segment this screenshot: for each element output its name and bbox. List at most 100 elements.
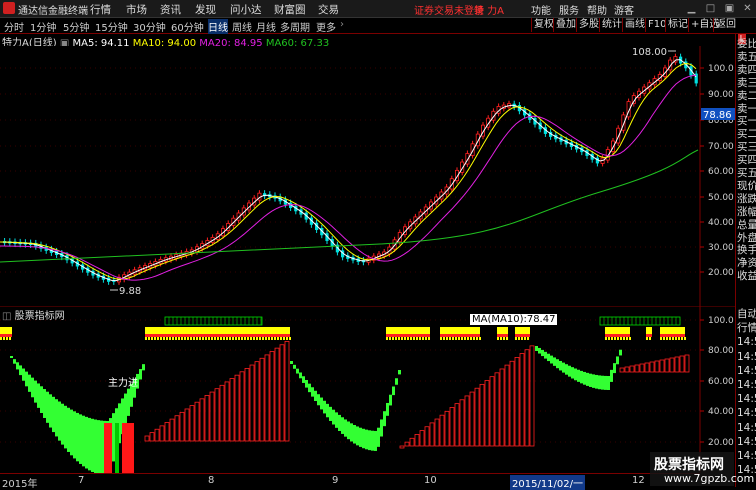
indicator-axis-label: 40.00 [708,407,734,417]
trade-tick: 自动 [737,308,756,320]
trade-tick: 14:56 [737,379,756,391]
period-daily[interactable]: 日线 [208,19,228,34]
trade-tick: 14:56 [737,393,756,406]
quote-field: 总量 [737,218,756,231]
quote-field: 卖三 [737,76,756,89]
indicator-panel[interactable]: 100.0 80.00 60.00 40.00 20.00 [0,306,735,473]
price-axis-label: 40.00 [708,218,734,228]
period-more[interactable]: 更多 [316,19,336,34]
price-axis-label: 30.00 [708,243,734,253]
quote-field: 卖一 [737,102,756,115]
close-icon[interactable]: ✕ [742,3,753,14]
period-1min[interactable]: 1分钟 [30,19,56,34]
trade-tick: 14:56 [737,364,756,377]
restore-icon[interactable]: ▣ [724,3,735,14]
menu-wenxiaoda[interactable]: 问小达 [230,2,262,17]
quote-field: 卖二 [737,89,756,102]
quote-field: 外盘 [737,231,756,244]
trade-tick: 14:56 [737,350,756,363]
trade-tick: 14:56 [737,407,756,420]
quote-field: 买四 [737,154,756,167]
x-tick-9: 9 [332,475,339,486]
menu-zixun[interactable]: 资讯 [160,2,181,17]
trade-tick: 14:56 [737,435,756,448]
menu-shichang[interactable]: 市场 [126,2,147,17]
btn-diejia[interactable]: 叠加 [553,18,578,32]
low-price-note: 9.88 [119,286,141,297]
price-axis-label: 60.00 [708,167,734,177]
quote-field: 涨幅 [737,205,756,218]
quote-field: 买一 [737,115,756,128]
app-title: 通达信金融终端 [18,6,88,17]
x-tick-8: 8 [208,475,215,486]
period-5min[interactable]: 5分钟 [63,19,89,34]
btn-biaoji[interactable]: 标记 [665,18,690,32]
menu-bangzhu[interactable]: 帮助 [587,2,607,17]
candlestick-chart[interactable]: 100.090.0080.0070.0060.0050.0040.0030.00… [0,46,735,306]
btn-tongji[interactable]: 统计 [599,18,624,32]
title-bar: 通达信金融终端 行情 市场 资讯 发现 问小达 财富圈 交易 证券交易未登录 特… [0,0,756,18]
ma-info-line: 特力A(日线) ▣ MA5: 94.11 MA10: 94.00 MA20: 8… [0,34,329,49]
quote-field: 净资 [737,257,756,270]
quote-field: 涨跌 [737,192,756,205]
period-monthly[interactable]: 月线 [256,19,276,34]
price-axis-label: 100.0 [708,64,734,74]
quote-field: 收益 [737,270,756,283]
indicator-title[interactable]: ◫ 股票指标网 [2,307,65,322]
period-30min[interactable]: 30分钟 [133,19,166,34]
btn-back[interactable]: 返回 [713,18,738,32]
period-fenshi[interactable]: 分时 [4,19,24,34]
app-logo-icon [3,2,15,14]
quote-field: 买三 [737,141,756,154]
quote-field: 卖四 [737,63,756,76]
high-price-note: 108.00 [632,47,667,58]
minimize-icon[interactable]: ▁ [686,3,697,14]
x-tick-10: 10 [424,475,437,486]
menu-gongneng[interactable]: 功能 [531,2,551,17]
period-60min[interactable]: 60分钟 [171,19,204,34]
x-tick-7: 7 [78,475,85,486]
more-chevron-icon[interactable]: › [340,19,344,30]
watermark-url: www.7gpzb.com [664,472,755,485]
quote-field: 买五 [737,167,756,179]
price-axis-label: 50.00 [708,193,734,203]
quote-field: 买二 [737,128,756,141]
quote-field: 卖五 [737,50,756,63]
x-tick-year: 2015年 [2,479,38,490]
indicator-axis-label: 60.00 [708,377,734,387]
x-tick-12: 12 [632,475,645,486]
menu-fuwu[interactable]: 服务 [559,2,579,17]
menu-jiaoyi[interactable]: 交易 [318,2,339,17]
period-15min[interactable]: 15分钟 [95,19,128,34]
indicator-axis-label: 20.00 [708,438,734,448]
trade-tick: 14:56 [737,421,756,434]
price-axis-label: 20.00 [708,268,734,278]
x-tick-cursor-date: 2015/11/02/一 [510,475,586,490]
maximize-icon[interactable]: □ [705,3,716,14]
menu-hangqing[interactable]: 行情 [90,2,111,17]
current-price-label: 78.86 [703,110,732,121]
trade-tick: 行情 [737,322,756,335]
current-stock-title: 特 力A [474,6,505,17]
btn-huaxian[interactable]: 画线 [622,18,647,32]
period-weekly[interactable]: 周线 [232,19,252,34]
indicator-axis-label: 80.00 [708,346,734,356]
menu-faxian[interactable]: 发现 [195,2,216,17]
btn-duogu[interactable]: 多股 [576,18,601,32]
quote-panel: L 委比 卖五 卖四 卖三 卖二 卖一 买一 买二 买三 买四 买五 现价 涨跌 涨幅 总量 外盘 换手 净资 收益… [735,34,756,487]
period-multi[interactable]: 多周期 [280,19,310,34]
watermark-title: 股票指标网 [654,457,724,473]
quote-field: 现价 [737,179,756,192]
main-force-label: 主力进 [108,378,138,389]
menu-caifuquan[interactable]: 财富圈 [274,2,306,17]
quote-field: 换手 [737,244,756,257]
price-axis-label: 90.00 [708,90,734,100]
ma-value-tooltip: MA(MA10):78.47 [470,314,558,325]
trade-tick: 14:56 [737,450,756,462]
price-axis-label: 70.00 [708,142,734,152]
trade-tick: 14:56 [737,336,756,349]
menu-youke[interactable]: 游客 [614,2,634,17]
indicator-axis-label: 100.0 [708,316,734,326]
quote-field: 委比 [737,38,756,50]
period-toolbar: 分时 1分钟 5分钟 15分钟 30分钟 60分钟 日线 周线 月线 多周期 更… [0,18,756,34]
